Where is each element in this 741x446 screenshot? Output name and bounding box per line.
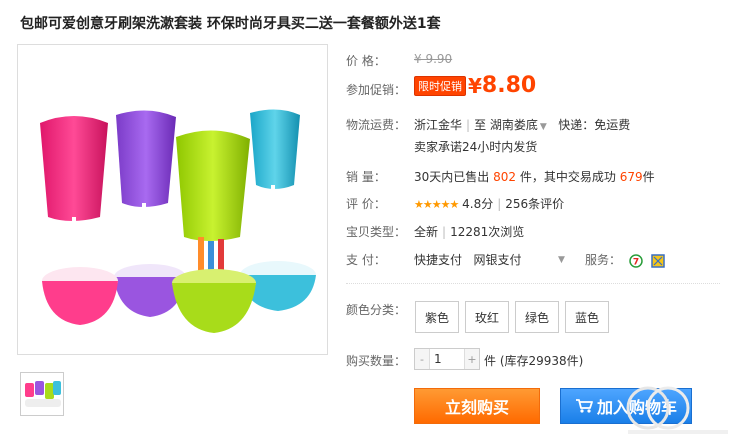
ship-promise: 卖家承诺24小时内发货 [414, 140, 538, 154]
seven-day-return-icon[interactable]: 7 [629, 253, 643, 268]
price-label: 价 格： [346, 54, 386, 68]
color-option-blue[interactable]: 蓝色 [565, 301, 609, 333]
payment-more[interactable]: ▼ [556, 251, 565, 265]
add-to-cart-label: 加入购物车 [596, 398, 677, 417]
section-divider [346, 283, 720, 284]
color-option-green[interactable]: 绿色 [515, 301, 559, 333]
ship-to-selector[interactable]: 湖南娄底 ▼ [490, 118, 547, 132]
cart-icon [575, 399, 593, 413]
currency-symbol: ¥ [468, 73, 482, 98]
payment-label: 支 付： [346, 253, 386, 267]
promo-label: 参加促销： [346, 83, 407, 97]
payment-info: 快捷支付 网银支付 [414, 251, 521, 268]
success-count: 679 [619, 170, 643, 184]
rating-score: 4.8分 [462, 197, 494, 211]
quantity-input[interactable] [429, 349, 465, 369]
svg-text:7: 7 [633, 257, 639, 267]
thumbnail-image [25, 381, 61, 407]
service-info: 服务： 7 [585, 251, 665, 268]
quantity-label: 购买数量： [346, 354, 407, 368]
quantity-decrease-button[interactable]: - [415, 349, 429, 369]
reviews-link[interactable]: 256条评价 [505, 197, 564, 211]
item-condition: 全新 [414, 225, 439, 239]
guarantee-icon[interactable] [650, 253, 665, 268]
color-option-rose[interactable]: 玫红 [465, 301, 509, 333]
view-count: 12281次浏览 [450, 225, 525, 239]
ship-from: 浙江金华 [414, 118, 463, 132]
promo-price: 8.80 [481, 73, 537, 98]
promo-tag: 限时促销 [414, 75, 466, 96]
sales-info: 30天内已售出 802 件，其中交易成功 679件 [414, 170, 655, 184]
rating-label: 评 价： [346, 197, 386, 211]
original-price: ¥ 9.90 [414, 52, 453, 66]
quantity-increase-button[interactable]: + [465, 349, 479, 369]
rating-info: ★★★★★ 4.8分 | 256条评价 [414, 197, 565, 211]
promo-price-group: 限时促销 ¥8.80 [414, 73, 536, 98]
shipping-label: 物流运费： [346, 118, 407, 132]
color-option-purple[interactable]: 紫色 [415, 301, 459, 333]
sales-label: 销 量： [346, 170, 386, 184]
star-rating-icon: ★★★★★ [414, 198, 459, 211]
stock-info: 件 (库存29938件) [484, 354, 584, 368]
product-thumbnail[interactable] [20, 372, 64, 416]
toothbrush-holder-cups-image [40, 109, 316, 333]
payment-method-quick: 快捷支付 [414, 253, 463, 267]
product-title: 包邮可爱创意牙刷架洗漱套装 环保时尚牙具买二送一套餐额外送1套 [20, 16, 441, 32]
sold-count: 802 [493, 170, 517, 184]
product-main-image[interactable] [17, 44, 328, 355]
buy-now-button[interactable]: 立刻购买 [414, 388, 540, 424]
add-to-cart-button[interactable]: 加入购物车 [560, 388, 692, 424]
express-fee: 快递：免运费 [558, 118, 631, 132]
shipping-info: 浙江金华 | 至 湖南娄底 ▼ 快递：免运费 [414, 118, 631, 132]
item-type-info: 全新 | 12281次浏览 [414, 225, 525, 239]
item-type-label: 宝贝类型： [346, 225, 407, 239]
color-label: 颜色分类： [346, 303, 407, 317]
payment-method-bank: 网银支付 [473, 253, 522, 267]
chevron-down-icon: ▼ [539, 122, 547, 132]
quantity-stepper: - + [414, 348, 480, 370]
chevron-down-icon: ▼ [558, 255, 565, 265]
